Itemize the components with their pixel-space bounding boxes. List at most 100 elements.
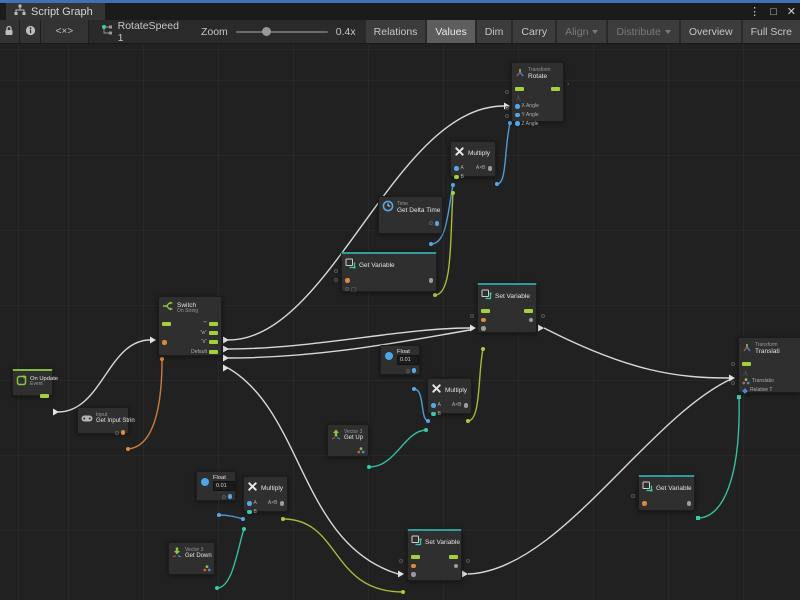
vector3-up-icon bbox=[331, 427, 341, 445]
control-in-port[interactable] bbox=[481, 309, 490, 313]
node-translate[interactable]: TransformTranslati Translatio Relative T bbox=[738, 337, 800, 393]
relations-button[interactable]: Relations bbox=[366, 20, 426, 43]
z-angle-port[interactable] bbox=[515, 121, 520, 126]
float-value-field[interactable]: 0.01 bbox=[397, 355, 419, 365]
output-port[interactable] bbox=[464, 403, 469, 408]
graph-canvas[interactable]: TransformRotate X Angle Y Angle Z Angle … bbox=[0, 44, 800, 600]
control-in-port[interactable] bbox=[411, 555, 420, 559]
node-switch-on-string[interactable]: SwitchOn String "" "w" "s" Default bbox=[158, 296, 222, 356]
node-rotate[interactable]: TransformRotate X Angle Y Angle Z Angle bbox=[511, 62, 564, 122]
align-dropdown[interactable]: Align bbox=[557, 20, 606, 43]
lock-button[interactable] bbox=[0, 20, 20, 43]
control-out-port[interactable] bbox=[40, 394, 49, 398]
relative-to-port[interactable] bbox=[742, 381, 748, 399]
variable-name-port[interactable] bbox=[642, 501, 647, 506]
variable-name-port[interactable] bbox=[411, 564, 416, 569]
value-output-port[interactable] bbox=[429, 278, 434, 283]
value-output-port[interactable] bbox=[454, 564, 459, 569]
value-input-port[interactable] bbox=[411, 572, 416, 577]
distribute-dropdown[interactable]: Distribute bbox=[608, 20, 678, 43]
seconds-output-port[interactable] bbox=[435, 221, 440, 226]
port-ring bbox=[115, 431, 119, 435]
control-out-port[interactable] bbox=[524, 309, 533, 313]
clock-icon bbox=[382, 199, 394, 217]
target-transform-icon bbox=[515, 89, 522, 107]
case-s-out-port[interactable] bbox=[209, 340, 218, 344]
window-menu-icon[interactable]: ⋮ bbox=[749, 5, 760, 18]
node-set-variable-2[interactable]: Set Variable bbox=[407, 529, 462, 581]
output-port[interactable] bbox=[488, 166, 493, 171]
window-close-icon[interactable]: ✕ bbox=[787, 5, 796, 18]
node-vector3-get-up[interactable]: Vector 3Get Up bbox=[327, 424, 369, 457]
float-output-port[interactable] bbox=[412, 368, 417, 373]
zoom-control: Zoom 0.4x bbox=[193, 20, 364, 43]
gamepad-icon bbox=[81, 410, 93, 428]
control-in-port[interactable] bbox=[162, 322, 171, 326]
node-on-update[interactable]: On UpdateEvent bbox=[12, 369, 53, 396]
zoom-slider-handle[interactable] bbox=[262, 27, 271, 36]
node-multiply-2[interactable]: Multiply AA×B B bbox=[427, 378, 472, 414]
fallback-icon bbox=[351, 280, 357, 298]
switch-icon bbox=[162, 299, 174, 317]
node-get-variable-2[interactable]: Get Variable bbox=[638, 475, 695, 511]
node-get-variable-1[interactable]: Get Variable bbox=[341, 252, 437, 292]
multiply-icon bbox=[431, 381, 442, 399]
variable-name-port[interactable] bbox=[345, 278, 350, 283]
y-angle-port[interactable] bbox=[515, 113, 520, 118]
input-b-port[interactable] bbox=[431, 412, 436, 417]
float-output-port[interactable] bbox=[228, 494, 233, 499]
port-ring bbox=[334, 269, 338, 273]
tab-bar: Script Graph ⋮ □ ✕ bbox=[0, 3, 800, 20]
vector3-output-port[interactable] bbox=[203, 559, 211, 577]
variable-name-port[interactable] bbox=[481, 318, 486, 323]
case-1-out-port[interactable] bbox=[209, 322, 218, 326]
float-value-field[interactable]: 0.01 bbox=[213, 481, 235, 491]
tab-script-graph[interactable]: Script Graph bbox=[6, 3, 105, 20]
value-output-port[interactable] bbox=[529, 318, 534, 323]
value-input-port[interactable] bbox=[481, 326, 486, 331]
unconnected-chevron: › bbox=[567, 81, 569, 88]
input-b-port[interactable] bbox=[247, 510, 252, 515]
float-icon bbox=[384, 348, 394, 366]
script-graph-asset-icon bbox=[101, 24, 113, 39]
string-output-port[interactable] bbox=[121, 430, 126, 435]
selector-string-port[interactable] bbox=[162, 340, 167, 345]
zoom-slider[interactable] bbox=[236, 31, 328, 33]
output-port[interactable] bbox=[280, 501, 285, 506]
overview-button[interactable]: Overview bbox=[681, 20, 741, 43]
node-float-1[interactable]: Float0.01 bbox=[380, 345, 420, 375]
wires-layer bbox=[0, 44, 800, 600]
node-multiply-1[interactable]: Multiply AA×B B bbox=[450, 141, 496, 177]
value-output-port[interactable] bbox=[687, 501, 692, 506]
node-multiply-3[interactable]: Multiply AA×B B bbox=[243, 476, 288, 512]
input-a-port[interactable] bbox=[247, 501, 252, 506]
graph-name-breadcrumb[interactable]: RotateSpeed 1 bbox=[89, 20, 193, 43]
dim-button[interactable]: Dim bbox=[477, 20, 512, 43]
node-set-variable-1[interactable]: Set Variable bbox=[477, 283, 537, 333]
default-out-port[interactable] bbox=[209, 350, 218, 354]
port-ring bbox=[222, 495, 226, 499]
port-ring bbox=[466, 559, 470, 563]
control-out-port[interactable] bbox=[551, 87, 560, 91]
carry-button[interactable]: Carry bbox=[513, 20, 555, 43]
node-vector3-get-down[interactable]: Vector 3Get Down bbox=[168, 542, 215, 575]
float-icon bbox=[200, 474, 210, 492]
wire-float-to-multiply3 bbox=[219, 515, 243, 519]
control-out-port[interactable] bbox=[449, 555, 458, 559]
input-a-port[interactable] bbox=[431, 403, 436, 408]
values-button[interactable]: Values bbox=[427, 20, 474, 43]
full-screen-button[interactable]: Full Scre bbox=[743, 20, 800, 43]
toolbar-buttons: Relations Values Dim Carry Align Distrib… bbox=[364, 20, 800, 43]
node-get-input-string[interactable]: InputGet Input Strin bbox=[77, 407, 129, 434]
info-button[interactable] bbox=[20, 20, 41, 43]
input-b-port[interactable] bbox=[454, 175, 459, 180]
node-float-2[interactable]: Float0.01 bbox=[196, 471, 236, 501]
input-a-port[interactable] bbox=[454, 166, 459, 171]
node-title: Rotate bbox=[528, 73, 551, 80]
vector3-output-port[interactable] bbox=[357, 441, 365, 459]
code-view-button[interactable]: <×> bbox=[41, 20, 88, 43]
window-maximize-icon[interactable]: □ bbox=[770, 6, 777, 18]
case-w-out-port[interactable] bbox=[209, 331, 218, 335]
node-get-delta-time[interactable]: TimeGet Delta Time bbox=[378, 196, 443, 234]
code-view-icon: <×> bbox=[56, 26, 74, 37]
